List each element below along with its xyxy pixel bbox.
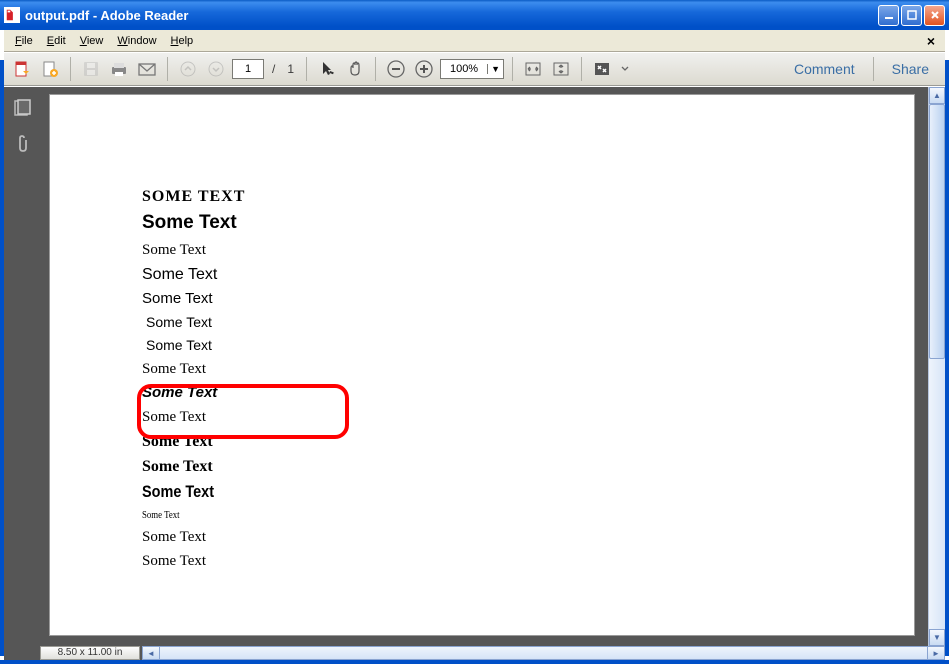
zoom-in-button[interactable] — [412, 57, 436, 81]
horizontal-scrollbar[interactable]: ◄ ► — [142, 646, 945, 660]
fit-page-button[interactable] — [549, 57, 573, 81]
menu-help[interactable]: Help — [164, 33, 201, 49]
pdf-text-line: Some Text — [142, 360, 914, 378]
read-mode-button[interactable] — [590, 57, 614, 81]
close-document-button[interactable]: × — [921, 33, 941, 49]
pdf-text-line: Some Text — [142, 482, 798, 502]
toolbar: / 1 ▼ Comment Share — [4, 52, 945, 86]
pdf-text-line: Some Text — [146, 314, 914, 331]
page-up-button[interactable] — [176, 57, 200, 81]
pdf-text-line: Some Text — [142, 290, 914, 308]
scroll-thumb[interactable] — [929, 104, 945, 359]
status-bar: 8.50 x 11.00 in ◄ ► — [4, 646, 945, 660]
scroll-track[interactable] — [929, 104, 945, 629]
nav-sidebar — [4, 87, 40, 646]
window-border-bottom — [0, 660, 949, 664]
menu-edit[interactable]: Edit — [40, 33, 73, 49]
zoom-out-button[interactable] — [384, 57, 408, 81]
pdf-text-line: Some Text — [142, 384, 914, 402]
window-title: output.pdf - Adobe Reader — [25, 8, 878, 23]
fit-width-button[interactable] — [521, 57, 545, 81]
pdf-text-line: Some Text — [142, 528, 914, 546]
pdf-text-line: Some Text — [142, 265, 914, 284]
maximize-button[interactable] — [901, 5, 922, 26]
export-pdf-button[interactable] — [10, 57, 34, 81]
close-button[interactable] — [924, 5, 945, 26]
zoom-input[interactable] — [441, 63, 487, 75]
page-separator: / — [268, 62, 279, 76]
menu-bar: File Edit View Window Help × — [4, 30, 945, 52]
pdf-text-line: Some Text — [142, 408, 914, 426]
scroll-up-button[interactable]: ▲ — [929, 87, 945, 104]
print-button[interactable] — [107, 57, 131, 81]
page-dimensions: 8.50 x 11.00 in — [40, 646, 140, 660]
scroll-right-button[interactable]: ► — [927, 647, 944, 659]
pdf-text-line: SOME TEXT — [142, 187, 914, 206]
window-border-left — [0, 60, 4, 656]
page-down-button[interactable] — [204, 57, 228, 81]
hscroll-track[interactable] — [160, 647, 927, 659]
zoom-dropdown-arrow[interactable]: ▼ — [487, 64, 503, 74]
minimize-button[interactable] — [878, 5, 899, 26]
attachments-panel-button[interactable] — [11, 133, 33, 155]
pdf-text-line: Some Text — [142, 509, 760, 522]
pdf-text-line: Some Text — [142, 432, 914, 451]
select-tool-button[interactable] — [315, 57, 339, 81]
menu-view[interactable]: View — [73, 33, 111, 49]
comment-link[interactable]: Comment — [784, 61, 865, 77]
scroll-down-button[interactable]: ▼ — [929, 629, 945, 646]
save-button[interactable] — [79, 57, 103, 81]
window-titlebar: output.pdf - Adobe Reader — [0, 0, 949, 30]
tools-dropdown[interactable] — [618, 57, 632, 81]
menu-file[interactable]: File — [8, 33, 40, 49]
thumbnails-panel-button[interactable] — [11, 97, 33, 119]
create-pdf-button[interactable] — [38, 57, 62, 81]
pdf-text-line: Some Text — [146, 337, 914, 354]
pdf-text-line: Some Text — [142, 241, 914, 259]
menu-window[interactable]: Window — [110, 33, 163, 49]
document-viewport: SOME TEXT Some Text Some Text Some Text … — [40, 87, 945, 646]
vertical-scrollbar[interactable]: ▲ ▼ — [928, 87, 945, 646]
scroll-left-button[interactable]: ◄ — [143, 647, 160, 659]
pdf-text-line: Some Text — [142, 212, 914, 235]
email-button[interactable] — [135, 57, 159, 81]
window-border-right — [945, 60, 949, 656]
page-total: 1 — [283, 62, 298, 76]
content-area: SOME TEXT Some Text Some Text Some Text … — [4, 86, 945, 646]
share-link[interactable]: Share — [882, 61, 939, 77]
page-number-input[interactable] — [232, 59, 264, 79]
app-icon — [4, 7, 20, 23]
hand-tool-button[interactable] — [343, 57, 367, 81]
zoom-dropdown[interactable]: ▼ — [440, 59, 504, 79]
pdf-page: SOME TEXT Some Text Some Text Some Text … — [50, 95, 914, 635]
pdf-text-line: Some Text — [142, 552, 914, 570]
page-area[interactable]: SOME TEXT Some Text Some Text Some Text … — [40, 87, 928, 646]
pdf-text-line: Some Text — [142, 457, 914, 476]
